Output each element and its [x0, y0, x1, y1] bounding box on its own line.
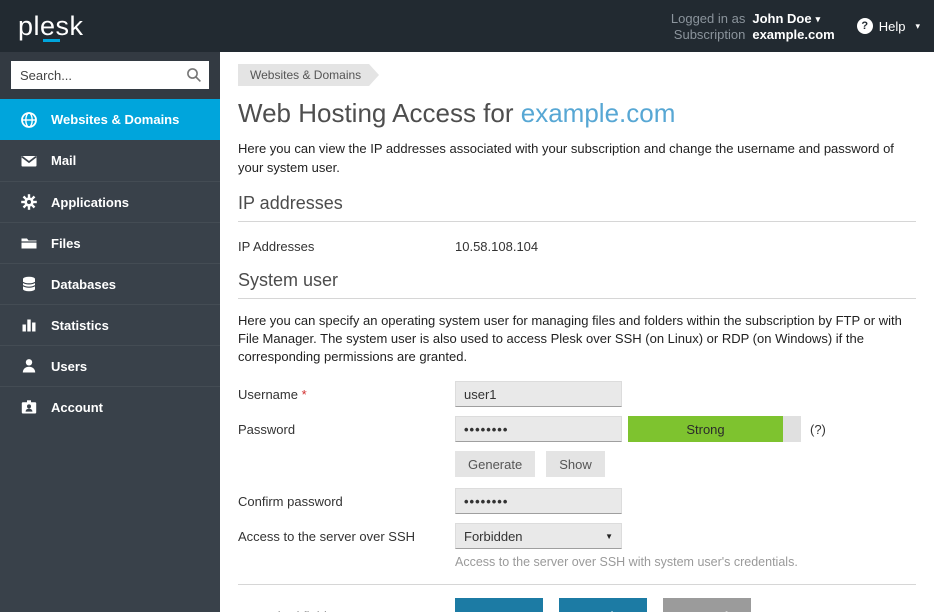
footer-divider: [238, 584, 916, 585]
password-strength-help-link[interactable]: (?): [810, 422, 826, 437]
sidebar-item-account[interactable]: Account: [0, 386, 220, 427]
required-note-text: Required fields: [243, 609, 333, 612]
ip-addresses-heading: IP addresses: [238, 193, 916, 222]
sidebar-item-files[interactable]: Files: [0, 222, 220, 263]
ssh-access-hint: Access to the server over SSH with syste…: [455, 555, 798, 569]
sidebar-item-websites-domains[interactable]: Websites & Domains: [0, 99, 220, 140]
sidebar-item-databases[interactable]: Databases: [0, 263, 220, 304]
password-strength-badge: Strong: [628, 416, 783, 442]
ip-addresses-value: 10.58.108.104: [455, 239, 538, 254]
domain-link[interactable]: example.com: [521, 98, 676, 128]
ip-addresses-row: IP Addresses 10.58.108.104: [238, 239, 916, 254]
confirm-password-field[interactable]: [455, 488, 622, 514]
ssh-hint-row: Access to the server over SSH with syste…: [238, 555, 916, 569]
confirm-password-label: Confirm password: [238, 494, 455, 509]
generate-button[interactable]: Generate: [455, 451, 535, 477]
sidebar: Websites & Domains Mail: [0, 52, 220, 612]
sidebar-item-users[interactable]: Users: [0, 345, 220, 386]
show-button[interactable]: Show: [546, 451, 605, 477]
system-user-description: Here you can specify an operating system…: [238, 312, 916, 366]
session-info: Logged in as John Doe ▾ Subscription exam…: [671, 11, 835, 42]
sidebar-item-label: Websites & Domains: [51, 112, 179, 127]
sidebar-item-label: Applications: [51, 195, 129, 210]
subscription-value: example.com: [752, 27, 834, 42]
username-label: Username *: [238, 387, 455, 402]
sidebar-item-label: Mail: [51, 153, 76, 168]
sidebar-item-mail[interactable]: Mail: [0, 140, 220, 181]
search-input[interactable]: [11, 61, 209, 89]
sidebar-nav: Websites & Domains Mail: [0, 99, 220, 427]
password-strength-meter: Strong: [628, 416, 801, 442]
top-bar-right: Logged in as John Doe ▾ Subscription exam…: [671, 11, 920, 42]
id-card-icon: [20, 398, 38, 416]
username-field[interactable]: [455, 381, 622, 407]
plesk-logo-underline: [43, 39, 60, 42]
help-icon: ?: [857, 18, 873, 34]
ssh-access-selected-value: Forbidden: [464, 529, 523, 544]
top-bar: plesk Logged in as John Doe ▾ Subscriptio…: [0, 0, 934, 52]
gear-icon: [20, 193, 38, 211]
required-fields-note: * Required fields: [238, 609, 455, 612]
database-icon: [20, 275, 38, 293]
subscription-label: Subscription: [671, 27, 745, 42]
sidebar-item-label: Files: [51, 236, 81, 251]
mail-icon: [20, 152, 38, 170]
chevron-down-icon: ▾: [816, 14, 821, 24]
help-menu[interactable]: ? Help ▾: [857, 18, 920, 34]
ok-button[interactable]: OK: [455, 598, 543, 612]
apply-button[interactable]: Apply: [559, 598, 647, 612]
sidebar-item-label: Account: [51, 400, 103, 415]
sidebar-item-statistics[interactable]: Statistics: [0, 304, 220, 345]
chevron-down-icon: ▾: [915, 21, 920, 32]
password-row: Password Strong (?): [238, 416, 916, 442]
username-label-text: Username: [238, 387, 298, 402]
help-label: Help: [879, 19, 906, 34]
page-title: Web Hosting Access for example.com: [238, 98, 916, 129]
sidebar-item-label: Databases: [51, 277, 116, 292]
ssh-access-label: Access to the server over SSH: [238, 529, 455, 544]
dropdown-caret-icon: ▼: [605, 532, 613, 541]
form-footer: * Required fields OK Apply Cancel: [238, 598, 916, 612]
username-row: Username *: [238, 381, 916, 407]
ssh-access-row: Access to the server over SSH Forbidden …: [238, 523, 916, 549]
logged-in-as-label: Logged in as: [671, 11, 745, 26]
password-field[interactable]: [455, 416, 622, 442]
confirm-password-row: Confirm password: [238, 488, 916, 514]
user-name: John Doe: [752, 11, 811, 26]
user-menu[interactable]: John Doe ▾: [752, 11, 834, 26]
plesk-logo-text: plesk: [18, 11, 84, 41]
sidebar-item-applications[interactable]: Applications: [0, 181, 220, 222]
system-user-heading: System user: [238, 270, 916, 299]
breadcrumb[interactable]: Websites & Domains: [238, 64, 369, 86]
cancel-button[interactable]: Cancel: [663, 598, 751, 612]
ip-addresses-label: IP Addresses: [238, 239, 455, 254]
password-buttons-row: Generate Show: [238, 451, 916, 477]
ssh-access-select[interactable]: Forbidden ▼: [455, 523, 622, 549]
bar-chart-icon: [20, 316, 38, 334]
search-box: [0, 52, 220, 99]
globe-icon: [20, 111, 38, 129]
main-content: Websites & Domains Web Hosting Access fo…: [220, 52, 934, 612]
search-icon: [186, 67, 202, 83]
user-icon: [20, 357, 38, 375]
page-title-text: Web Hosting Access for: [238, 98, 521, 128]
sidebar-item-label: Statistics: [51, 318, 109, 333]
required-marker: *: [302, 387, 307, 402]
plesk-logo[interactable]: plesk: [18, 11, 84, 42]
intro-text: Here you can view the IP addresses assoc…: [238, 139, 916, 177]
password-label: Password: [238, 422, 455, 437]
sidebar-item-label: Users: [51, 359, 87, 374]
folder-icon: [20, 234, 38, 252]
